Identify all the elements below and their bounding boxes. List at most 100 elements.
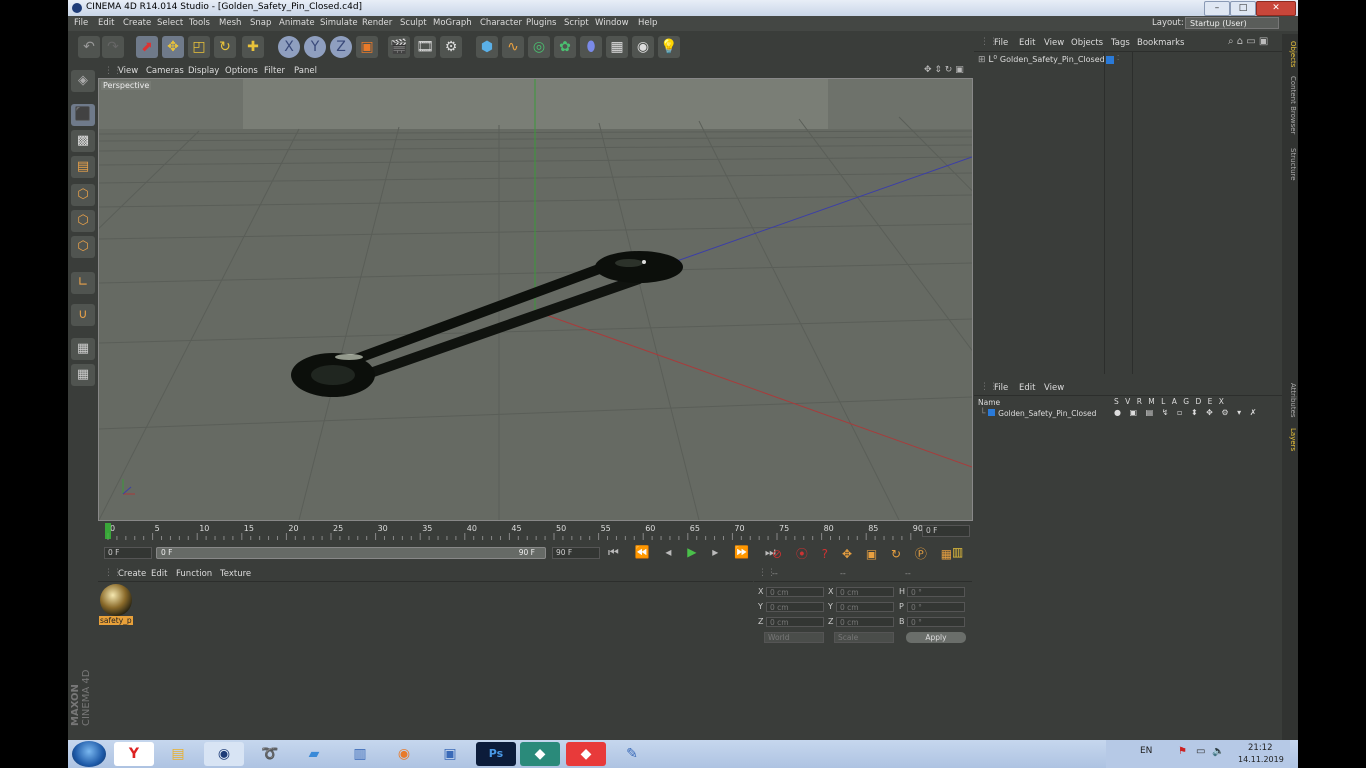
layout-select[interactable]: Startup (User) — [1185, 17, 1279, 29]
scale-icon[interactable]: ◰ — [188, 36, 210, 58]
magnet-icon[interactable]: ∪ — [71, 304, 95, 326]
floor-icon[interactable]: ▦ — [606, 36, 628, 58]
layer-color-icon[interactable] — [1106, 56, 1114, 64]
coord-mode-select[interactable]: World — [764, 632, 824, 643]
make-editable-icon[interactable]: ◈ — [71, 70, 95, 92]
viewport-menu-view[interactable]: View — [118, 66, 138, 76]
menu-tools[interactable]: Tools — [189, 18, 210, 28]
viewport-3d[interactable]: Perspective — [98, 78, 973, 521]
app-red-icon[interactable]: ◆ — [566, 742, 606, 766]
app-book-icon[interactable]: ▰ — [294, 742, 334, 766]
key-buttons[interactable]: ✥ ▣ ↻ Ⓟ ▦ — [842, 545, 957, 562]
nurbs-icon[interactable]: ◎ — [528, 36, 550, 58]
col-r[interactable]: R — [1137, 397, 1142, 406]
menu-file[interactable]: File — [74, 18, 88, 28]
cinema4d-taskbar-icon[interactable]: ◉ — [204, 742, 244, 766]
render-view-icon[interactable]: 🎬 — [388, 36, 410, 58]
timeline-window-icon[interactable]: ▥ — [952, 545, 963, 559]
coord-size-x-field[interactable]: 0 cm — [836, 587, 894, 597]
layers-menu-edit[interactable]: Edit — [1019, 383, 1035, 393]
minimize-button[interactable]: – — [1204, 1, 1230, 16]
clock-time[interactable]: 21:12 — [1248, 743, 1273, 753]
app-swirl-icon[interactable]: ➰ — [250, 742, 290, 766]
camera-icon[interactable]: ◉ — [632, 36, 654, 58]
menu-help[interactable]: Help — [638, 18, 657, 28]
layer-color-icon[interactable] — [988, 409, 996, 416]
col-a[interactable]: A — [1172, 397, 1177, 406]
expand-icon[interactable]: ⊞ — [978, 55, 986, 65]
coord-pos-z-field[interactable]: 0 cm — [766, 617, 824, 627]
live-selection-icon[interactable]: ⬈ — [136, 36, 158, 58]
playback-buttons[interactable]: ⏮ ⏪ ◂ ▶ ▸ ⏩ ⏭ — [608, 545, 782, 560]
objects-menu-tags[interactable]: Tags — [1111, 38, 1130, 48]
render-settings-icon[interactable]: ⚙ — [440, 36, 462, 58]
visibility-dots-icon[interactable]: ⁚ — [1117, 54, 1119, 62]
playhead[interactable] — [105, 523, 111, 539]
menu-simulate[interactable]: Simulate — [320, 18, 358, 28]
col-m[interactable]: M — [1148, 397, 1154, 406]
coord-pos-y-field[interactable]: 0 cm — [766, 602, 824, 612]
app-eye-icon[interactable]: ◉ — [384, 742, 424, 766]
array-icon[interactable]: ✿ — [554, 36, 576, 58]
menu-window[interactable]: Window — [595, 18, 629, 28]
axis-mode-icon[interactable]: ∟ — [71, 272, 95, 294]
texture-mode-icon[interactable]: ▩ — [71, 130, 95, 152]
menu-sculpt[interactable]: Sculpt — [400, 18, 427, 28]
viewport-menu-options[interactable]: Options — [225, 66, 258, 76]
layer-flags-icons[interactable]: ● ▣ ▤ ↯ ▫ ⬍ ✥ ⚙ ▾ ✗ — [1114, 408, 1259, 417]
app-image-icon[interactable]: ▣ — [430, 742, 470, 766]
menu-select[interactable]: Select — [157, 18, 183, 28]
material-label[interactable]: safety_p — [99, 616, 133, 625]
undo-icon[interactable]: ↶ — [78, 36, 100, 58]
material-swatch[interactable] — [100, 584, 132, 616]
x-axis-icon[interactable]: X — [278, 36, 300, 58]
snap-icon[interactable]: ▦ — [71, 364, 95, 386]
app-document-icon[interactable]: ▥ — [340, 742, 380, 766]
maximize-button[interactable]: □ — [1230, 1, 1256, 16]
last-tool-icon[interactable]: ✚ — [242, 36, 264, 58]
viewport-menu-cameras[interactable]: Cameras — [146, 66, 184, 76]
col-l[interactable]: L — [1161, 397, 1165, 406]
material-menu-create[interactable]: Create — [118, 569, 146, 579]
light-icon[interactable]: 💡 — [658, 36, 680, 58]
record-buttons[interactable]: ⊘ ⦿ ? — [772, 545, 833, 562]
play-icon[interactable]: ▶ — [687, 545, 702, 559]
side-tab-layers[interactable]: Layers — [1283, 426, 1297, 454]
menu-edit[interactable]: Edit — [98, 18, 114, 28]
start-frame-field[interactable]: 0 F — [104, 547, 152, 559]
y-axis-icon[interactable]: Y — [304, 36, 326, 58]
timeline-ruler[interactable]: 0 5 10 15 20 25 30 35 40 45 50 55 60 65 70 75 80 85 90 0 F — [98, 521, 972, 541]
coord-rot-p-field[interactable]: 0 ° — [907, 602, 965, 612]
current-frame-field[interactable]: 0 F — [922, 525, 970, 537]
start-button-icon[interactable] — [72, 741, 106, 767]
col-d[interactable]: D — [1195, 397, 1201, 406]
objects-menu-edit[interactable]: Edit — [1019, 38, 1035, 48]
apply-button[interactable]: Apply — [906, 632, 966, 643]
objects-menu-objects[interactable]: Objects — [1071, 38, 1103, 48]
side-tab-content-browser[interactable]: Content Browser — [1283, 74, 1297, 136]
render-picture-viewer-icon[interactable]: 🎞 — [414, 36, 436, 58]
locked-workplane-icon[interactable]: ▦ — [71, 338, 95, 360]
coord-rot-b-field[interactable]: 0 ° — [907, 617, 965, 627]
coord-size-y-field[interactable]: 0 cm — [836, 602, 894, 612]
menu-animate[interactable]: Animate — [279, 18, 315, 28]
menu-mograph[interactable]: MoGraph — [433, 18, 472, 28]
col-e[interactable]: E — [1208, 397, 1213, 406]
layers-menu-file[interactable]: File — [994, 383, 1008, 393]
col-v[interactable]: V — [1125, 397, 1130, 406]
object-tree-item[interactable]: ⊞ L⁰ Golden_Safety_Pin_Closed — [978, 55, 1105, 67]
coord-pos-x-field[interactable]: 0 cm — [766, 587, 824, 597]
spline-icon[interactable]: ∿ — [502, 36, 524, 58]
menu-mesh[interactable]: Mesh — [219, 18, 241, 28]
col-s[interactable]: S — [1114, 397, 1119, 406]
coordinate-system-icon[interactable]: ▣ — [356, 36, 378, 58]
menu-render[interactable]: Render — [362, 18, 392, 28]
objects-nav-icons[interactable]: ⌕ ⌂ ▭ ▣ — [1228, 36, 1268, 47]
menu-plugins[interactable]: Plugins — [526, 18, 556, 28]
end-frame-field[interactable]: 90 F — [552, 547, 600, 559]
redo-icon[interactable]: ↷ — [102, 36, 124, 58]
coord-rot-h-field[interactable]: 0 ° — [907, 587, 965, 597]
rotate-icon[interactable]: ↻ — [214, 36, 236, 58]
clock-date[interactable]: 14.11.2019 — [1238, 755, 1284, 764]
layer-row[interactable]: └ Golden_Safety_Pin_Closed — [980, 409, 1096, 419]
